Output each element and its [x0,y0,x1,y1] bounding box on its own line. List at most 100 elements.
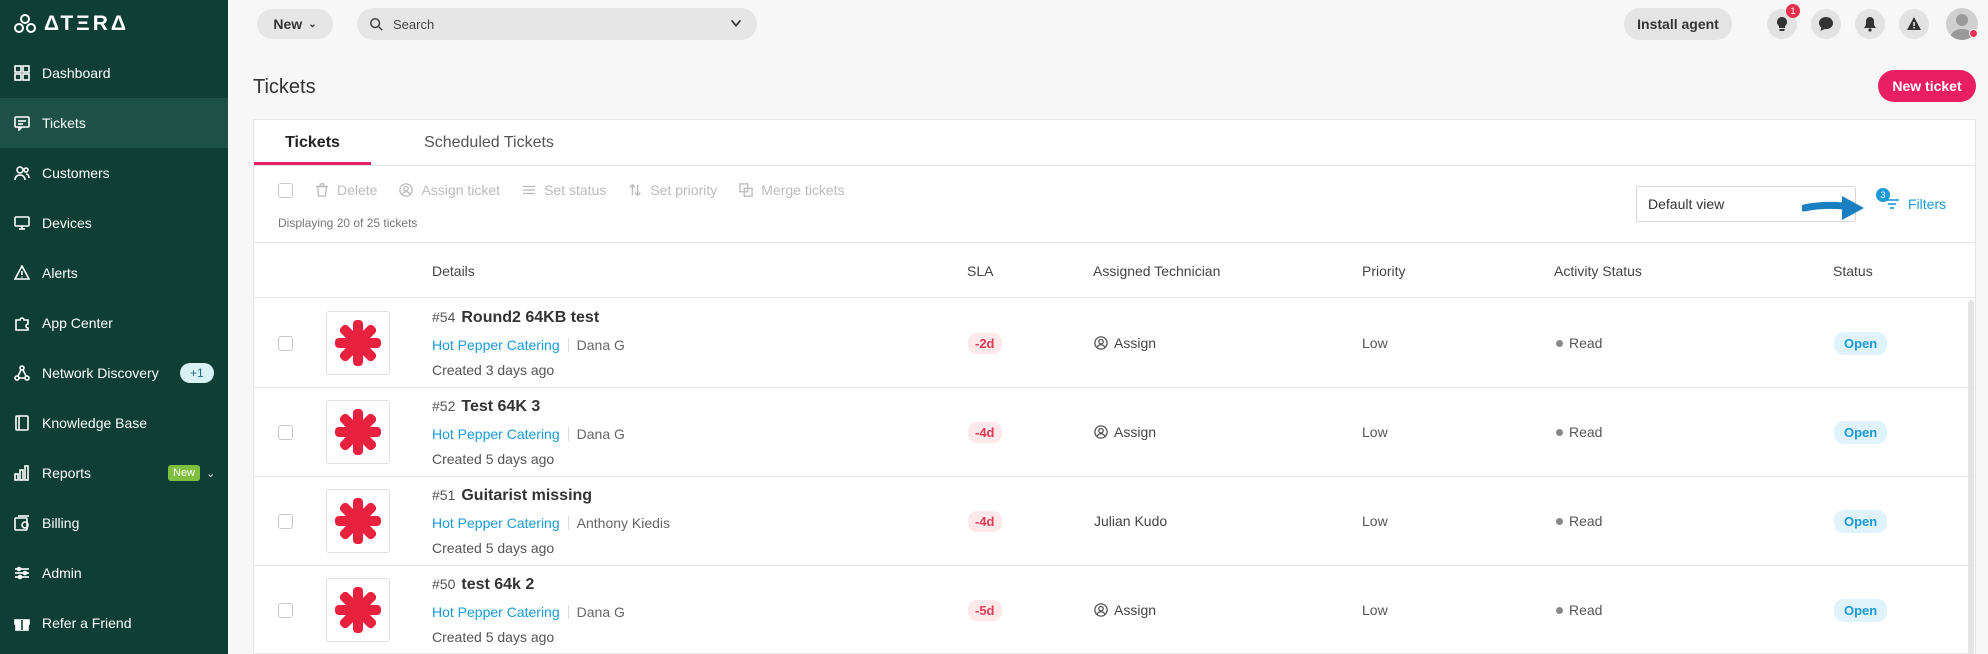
sidebar-item-devices[interactable]: Devices [0,198,228,248]
row-checkbox[interactable] [278,425,293,440]
ticket-title[interactable]: #52 Test 64K 3 [432,398,540,416]
sidebar-item-reports[interactable]: Reports New ⌄ [0,448,228,498]
assign-ticket-button[interactable]: Assign ticket [399,182,500,198]
user-circle-icon [399,183,414,197]
filters-button[interactable]: 3 Filters [1876,188,1947,212]
sidebar-item-customers[interactable]: Customers [0,148,228,198]
sidebar-item-network-discovery[interactable]: Network Discovery +1 [0,348,228,398]
delete-label: Delete [337,182,378,198]
customer-link[interactable]: Hot Pepper Catering [432,604,560,620]
status-dot [1556,428,1563,436]
column-assigned-technician[interactable]: Assigned Technician [1093,263,1220,279]
search-input[interactable]: Search [357,8,757,40]
chart-icon [14,465,30,481]
status-badge[interactable]: Open [1834,510,1888,533]
status-badge[interactable]: Open [1834,421,1888,444]
customer-link[interactable]: Hot Pepper Catering [432,337,560,353]
chevron-down-icon[interactable] [729,16,743,30]
tab-scheduled-tickets[interactable]: Scheduled Tickets [394,120,584,166]
logo-text: ΔΤΞRΔ [44,12,129,35]
sidebar-item-admin[interactable]: Admin [0,548,228,598]
filters-label: Filters [1908,196,1947,212]
avatar-status-dot [1969,29,1978,38]
status-badge[interactable]: Open [1834,332,1888,355]
delete-button[interactable]: Delete [315,182,377,198]
grid-icon [14,65,30,81]
row-checkbox[interactable] [278,336,293,351]
sliders-icon [14,565,30,581]
select-all-checkbox[interactable] [278,182,293,198]
notifications-button[interactable] [1855,9,1885,39]
ticket-title[interactable]: #50 test 64k 2 [432,576,534,594]
customer-link[interactable]: Hot Pepper Catering [432,426,560,442]
assign-ticket-label: Assign ticket [421,182,501,198]
row-checkbox[interactable] [278,514,293,529]
activity-status: Read [1556,335,1602,351]
new-ticket-button[interactable]: New ticket [1878,70,1976,102]
table-row[interactable]: #54 Round2 64KB test Hot Pepper Catering … [254,299,1975,388]
status-badge[interactable]: Open [1834,599,1888,622]
column-details[interactable]: Details [432,263,475,279]
ticket-title[interactable]: #54 Round2 64KB test [432,309,599,327]
set-status-button[interactable]: Set status [522,182,606,198]
search-placeholder: Search [393,16,435,32]
topbar: New ⌄ Search Install agent 1 [228,0,1988,48]
checkbox[interactable] [278,182,293,198]
column-priority[interactable]: Priority [1362,263,1406,279]
created-time: Created 5 days ago [432,540,555,556]
table-row[interactable]: #52 Test 64K 3 Hot Pepper Catering Dana G… [254,388,1975,477]
new-button[interactable]: New ⌄ [257,9,333,39]
assigned-technician[interactable]: Julian Kudo [1094,513,1167,529]
sidebar-item-billing[interactable]: Billing [0,498,228,548]
sidebar-item-label: Network Discovery [42,365,159,381]
customer-link[interactable]: Hot Pepper Catering [432,515,560,531]
assign-technician-button[interactable]: Assign [1094,602,1156,618]
gift-icon [14,615,30,631]
merge-tickets-button[interactable]: Merge tickets [739,182,845,198]
column-sla[interactable]: SLA [967,263,993,279]
column-status[interactable]: Status [1833,263,1873,279]
ticket-title-text: Test 64K 3 [461,398,541,415]
chevron-down-icon[interactable]: ⌄ [206,467,215,480]
row-checkbox[interactable] [278,603,293,618]
assign-technician-button[interactable]: Assign [1094,424,1156,440]
customer-logo [326,489,390,553]
set-priority-button[interactable]: Set priority [628,182,717,198]
monitor-icon [14,215,30,231]
lightbulb-button[interactable]: 1 [1767,4,1800,39]
chat-button[interactable] [1811,9,1841,39]
technician-label: Julian Kudo [1094,513,1168,529]
ticket-title-text: test 64k 2 [461,576,535,593]
install-agent-button[interactable]: Install agent [1624,8,1732,40]
table-row[interactable]: #50 test 64k 2 Hot Pepper Catering Dana G… [254,566,1975,654]
warning-icon [1907,17,1921,30]
annotation-arrow-icon [1802,196,1864,220]
divider [567,427,569,441]
alerts-button[interactable] [1899,9,1929,39]
column-activity-status[interactable]: Activity Status [1554,263,1642,279]
activity-label: Read [1569,602,1603,618]
users-icon [14,165,30,181]
sort-icon [629,183,642,197]
scrollbar[interactable] [1968,300,1974,654]
sidebar-item-app-center[interactable]: App Center [0,298,228,348]
tab-tickets[interactable]: Tickets [254,120,371,166]
ticket-icon [14,115,30,131]
status-dot [1556,339,1563,347]
ticket-title[interactable]: #51 Guitarist missing [432,487,592,505]
assign-technician-button[interactable]: Assign [1094,335,1156,351]
activity-label: Read [1569,424,1603,440]
new-button-label: New [273,16,303,32]
activity-status: Read [1556,424,1602,440]
sidebar-item-label: Alerts [42,265,78,281]
sidebar-item-alerts[interactable]: Alerts [0,248,228,298]
sidebar-item-tickets[interactable]: Tickets [0,98,228,148]
table-row[interactable]: #51 Guitarist missing Hot Pepper Catering… [254,477,1975,566]
sidebar-item-dashboard[interactable]: Dashboard [0,48,228,98]
warning-icon [14,265,30,281]
network-icon [14,365,30,381]
sidebar-item-knowledge-base[interactable]: Knowledge Base [0,398,228,448]
sliders-icon [522,185,536,195]
atera-logo[interactable]: ΔΤΞRΔ [0,0,228,48]
sidebar-item-refer-a-friend[interactable]: Refer a Friend [0,598,228,648]
